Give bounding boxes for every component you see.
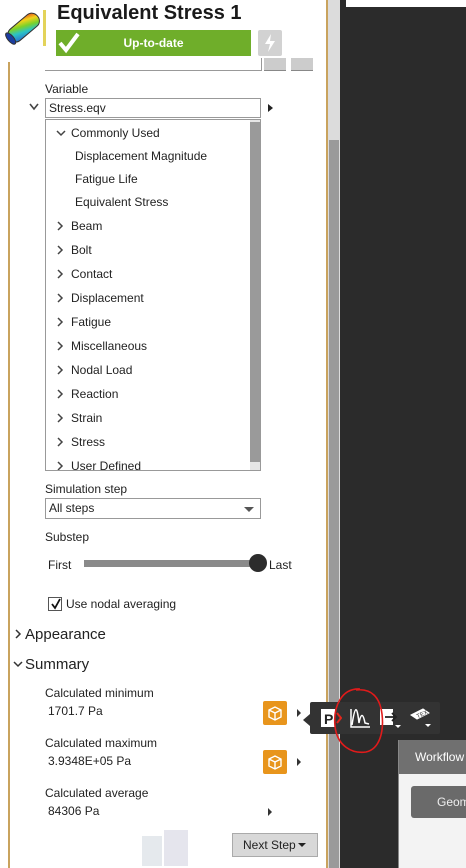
simulation-step-label: Simulation step	[45, 482, 128, 496]
expand-arrow-icon[interactable]	[268, 808, 272, 816]
chevron-right-icon[interactable]	[55, 221, 65, 231]
probe-box-icon	[268, 755, 282, 770]
nodal-averaging-checkbox[interactable]	[48, 597, 62, 611]
calculated-minimum-label: Calculated minimum	[45, 686, 154, 700]
slider-last-label: Last	[269, 558, 292, 572]
tree-item-fatigue-life[interactable]: Fatigue Life	[75, 172, 138, 186]
dropdown-caret-icon[interactable]	[298, 843, 306, 847]
tree-item-user-defined[interactable]: User Defined	[71, 459, 141, 470]
appearance-section-header[interactable]: Appearance	[25, 626, 106, 643]
tree-item-fatigue[interactable]: Fatigue	[71, 315, 111, 329]
stress-result-icon	[5, 10, 46, 46]
scrolled-button[interactable]	[291, 58, 313, 71]
chevron-right-icon[interactable]	[55, 341, 65, 351]
probe-box-icon	[268, 706, 282, 721]
panel-border-left	[8, 62, 10, 868]
expand-arrow-icon[interactable]	[297, 758, 301, 766]
calculated-maximum-value: 3.9348E+05 Pa	[48, 754, 132, 768]
chevron-right-icon[interactable]	[13, 629, 23, 639]
variable-label: Variable	[45, 82, 89, 96]
tree-item-beam[interactable]: Beam	[71, 219, 102, 233]
status-badge: Up-to-date	[56, 30, 251, 56]
status-label: Up-to-date	[123, 36, 184, 50]
tree-scrollbar-thumb[interactable]	[250, 122, 260, 462]
nodal-averaging-label[interactable]: Use nodal averaging	[66, 597, 176, 611]
substep-label: Substep	[45, 530, 90, 544]
simulation-step-select[interactable]: All steps	[45, 498, 261, 519]
chevron-down-icon[interactable]	[56, 128, 66, 138]
tree-item-contact[interactable]: Contact	[71, 267, 112, 281]
red-annotation-circle	[333, 688, 384, 754]
expand-arrow-icon[interactable]	[297, 709, 301, 717]
dropdown-caret-icon[interactable]	[244, 507, 254, 512]
chevron-right-icon[interactable]	[55, 317, 65, 327]
probe-minimum-button[interactable]	[263, 701, 287, 725]
tree-group-commonly-used[interactable]: Commonly Used	[71, 126, 160, 140]
lightning-icon	[265, 34, 275, 52]
substep-slider-track[interactable]	[84, 560, 260, 567]
chevron-right-icon[interactable]	[55, 437, 65, 447]
variable-tree: Commonly Used Displacement Magnitude Fat…	[45, 119, 261, 471]
workflow-panel: Workflow Geom	[398, 740, 466, 868]
variable-field[interactable]: Stress.eqv	[45, 98, 261, 118]
slider-first-label: First	[48, 558, 72, 572]
calculated-minimum-value: 1701.7 Pa	[48, 704, 103, 718]
tree-item-stress[interactable]: Stress	[71, 435, 105, 449]
toolbar-pointer	[303, 714, 310, 726]
chevron-right-icon[interactable]	[55, 365, 65, 375]
calculated-average-value: 84306 Pa	[48, 804, 100, 818]
checkmark-icon	[51, 598, 61, 610]
geometry-button[interactable]: Geom	[411, 786, 466, 818]
calculated-average-label: Calculated average	[45, 786, 149, 800]
chevron-right-icon[interactable]	[55, 461, 65, 471]
tree-item-displacement-magnitude[interactable]: Displacement Magnitude	[75, 149, 207, 163]
chevron-right-icon[interactable]	[55, 389, 65, 399]
svg-text:TEXT: TEXT	[416, 708, 432, 720]
chevron-right-icon[interactable]	[55, 413, 65, 423]
tree-item-equivalent-stress[interactable]: Equivalent Stress	[75, 195, 168, 209]
substep-slider-knob[interactable]	[249, 554, 267, 572]
tree-item-strain[interactable]: Strain	[71, 411, 102, 425]
text-tag-icon[interactable]: TEXT	[408, 707, 432, 729]
scrolled-field-edge	[45, 58, 262, 71]
chevron-right-icon[interactable]	[55, 293, 65, 303]
workflow-header: Workflow	[399, 740, 466, 774]
summary-section-header[interactable]: Summary	[25, 656, 89, 673]
calculated-maximum-label: Calculated maximum	[45, 736, 158, 750]
tree-item-displacement[interactable]: Displacement	[71, 291, 144, 305]
chevron-right-icon[interactable]	[55, 269, 65, 279]
page-title: Equivalent Stress 1	[57, 2, 242, 24]
tree-item-miscellaneous[interactable]: Miscellaneous	[71, 339, 147, 353]
tree-item-bolt[interactable]: Bolt	[71, 243, 92, 257]
viewport-top-edge	[346, 0, 466, 7]
panel-scrollbar-thumb[interactable]	[329, 140, 339, 868]
viewport-model-ghost	[142, 830, 188, 866]
chevron-down-icon[interactable]	[28, 102, 40, 112]
variable-expand-arrow[interactable]	[268, 104, 273, 112]
probe-maximum-button[interactable]	[263, 750, 287, 774]
scrolled-button[interactable]	[264, 58, 286, 71]
tree-item-reaction[interactable]: Reaction	[71, 387, 118, 401]
update-button[interactable]	[258, 30, 282, 56]
tree-item-nodal-load[interactable]: Nodal Load	[71, 363, 132, 377]
chevron-down-icon[interactable]	[13, 659, 23, 669]
chevron-right-icon[interactable]	[55, 245, 65, 255]
